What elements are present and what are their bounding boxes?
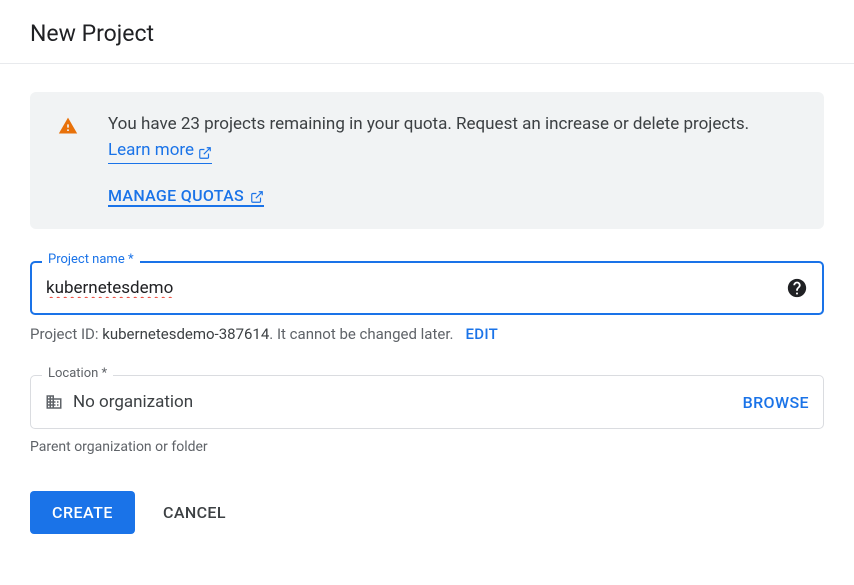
quota-prefix: You have xyxy=(108,114,181,134)
page-header: New Project xyxy=(0,0,854,64)
manage-quotas-link[interactable]: MANAGE QUOTAS xyxy=(108,186,264,207)
learn-more-label: Learn more xyxy=(108,138,194,164)
quota-body: You have 23 projects remaining in your q… xyxy=(108,112,796,207)
location-helper: Parent organization or folder xyxy=(30,439,824,455)
location-label: Location * xyxy=(42,366,113,381)
quota-suffix: projects remaining in your quota. Reques… xyxy=(200,114,749,134)
action-buttons: CREATE CANCEL xyxy=(30,491,824,534)
project-name-input[interactable] xyxy=(46,278,776,298)
project-id-text: Project ID: kubernetesdemo-387614. It ca… xyxy=(30,325,453,343)
project-id-row: Project ID: kubernetesdemo-387614. It ca… xyxy=(30,325,824,343)
warning-icon xyxy=(58,116,78,136)
project-name-label: Project name * xyxy=(42,252,140,267)
create-button[interactable]: CREATE xyxy=(30,491,135,534)
cancel-button[interactable]: CANCEL xyxy=(163,503,226,522)
organization-icon xyxy=(45,393,63,411)
help-icon[interactable] xyxy=(786,277,808,299)
quota-panel: You have 23 projects remaining in your q… xyxy=(30,92,824,229)
external-link-icon xyxy=(198,143,212,157)
page-title: New Project xyxy=(30,20,824,47)
location-field: Location * No organization BROWSE xyxy=(30,375,824,429)
quota-message: You have 23 projects remaining in your q… xyxy=(108,112,796,164)
browse-button[interactable]: BROWSE xyxy=(743,393,809,412)
project-name-field: Project name * xyxy=(30,261,824,315)
learn-more-link[interactable]: Learn more xyxy=(108,138,212,165)
manage-quotas-label: MANAGE QUOTAS xyxy=(108,186,244,205)
quota-count: 23 xyxy=(181,114,200,134)
location-value: No organization xyxy=(73,392,193,412)
page-content: You have 23 projects remaining in your q… xyxy=(0,64,854,562)
edit-project-id-link[interactable]: EDIT xyxy=(465,325,498,343)
external-link-icon xyxy=(250,189,264,203)
